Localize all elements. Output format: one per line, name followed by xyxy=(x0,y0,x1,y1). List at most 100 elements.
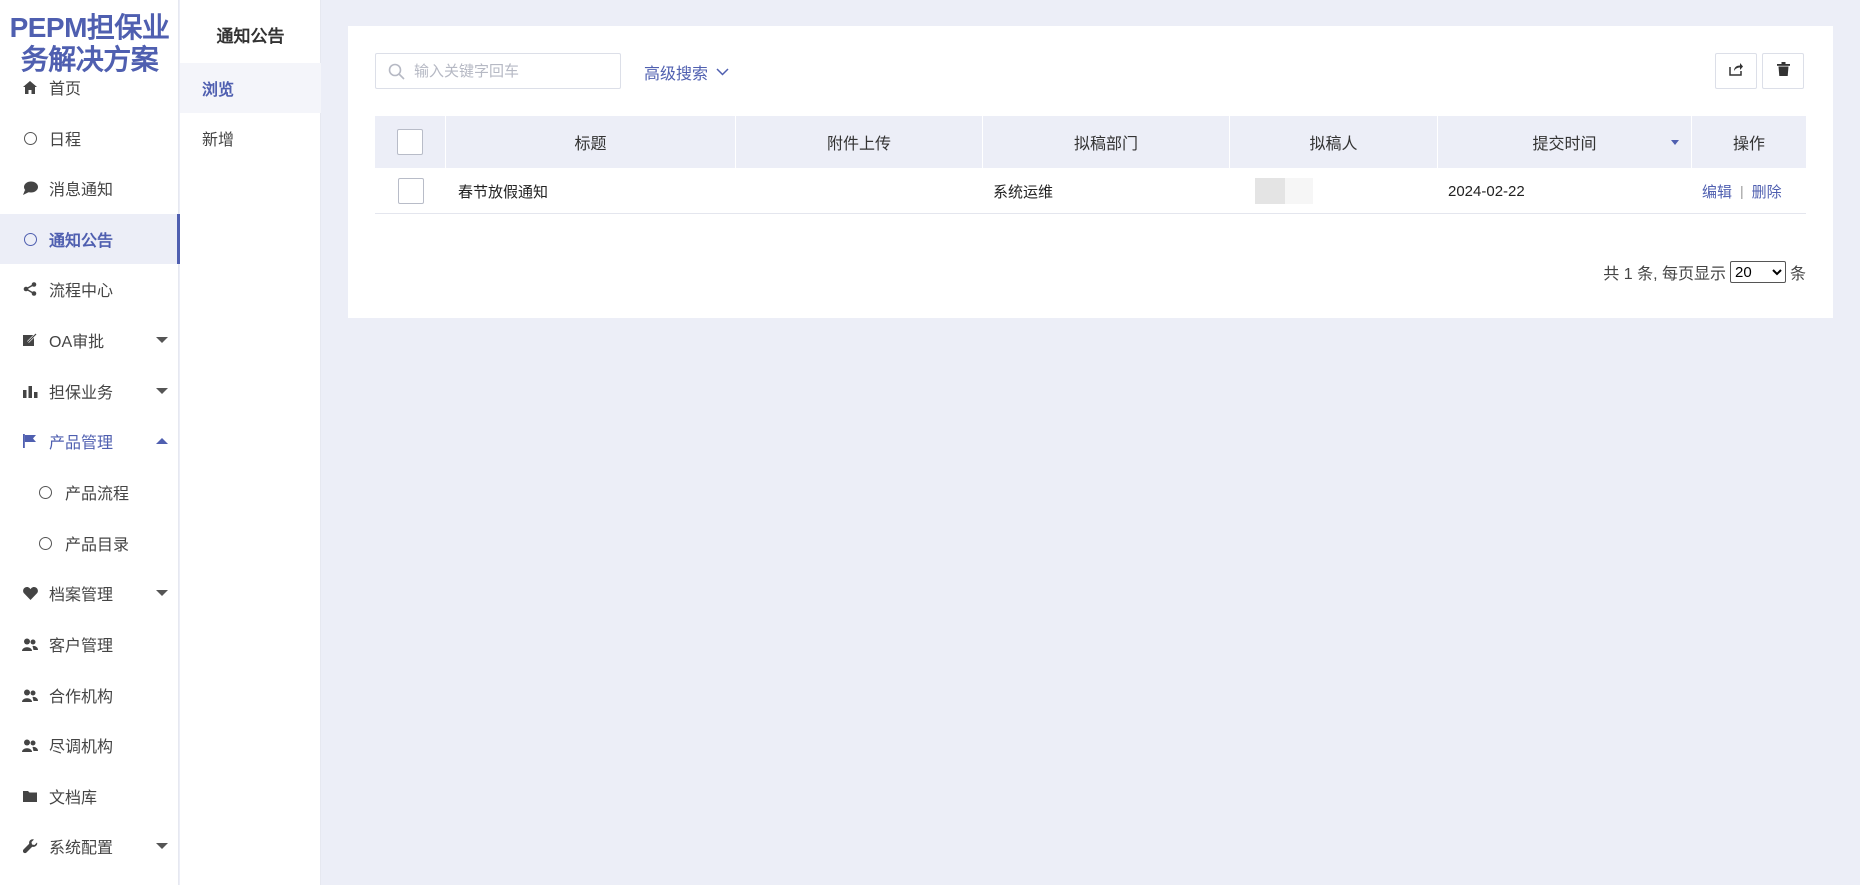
sidebar-item-label: 产品流程 xyxy=(65,486,130,503)
app-root: PEPM担保业 务解决方案 首页 日程 消息通知 通知公告 流程中心 OA审批 … xyxy=(0,0,1860,885)
sidebar-item-system-config[interactable]: 系统配置 xyxy=(0,821,179,871)
select-all-cell xyxy=(375,116,446,168)
logo-line-2: 务解决方案 xyxy=(20,44,159,75)
circle-icon xyxy=(22,231,38,247)
announcement-table: 标题 附件上传 拟稿部门 拟稿人 提交时间 操作 春节放假通知 系统运维 202… xyxy=(375,116,1806,214)
circle-icon xyxy=(37,535,53,551)
cell-drafter xyxy=(1255,168,1313,214)
sort-desc-icon xyxy=(1671,140,1679,145)
column-header-actions: 操作 xyxy=(1732,136,1765,153)
sidebar-item-archives[interactable]: 档案管理 xyxy=(0,568,179,618)
chevron-down-icon xyxy=(716,63,729,81)
sidebar-item-label: 流程中心 xyxy=(49,283,114,300)
delete-button[interactable] xyxy=(1762,53,1804,89)
sidebar-item-label: 客户管理 xyxy=(49,638,114,655)
share-icon xyxy=(22,281,38,297)
main-sidebar: PEPM担保业 务解决方案 首页 日程 消息通知 通知公告 流程中心 OA审批 … xyxy=(0,0,180,885)
export-icon xyxy=(1729,62,1743,81)
column-header-submit-time[interactable]: 提交时间 xyxy=(1438,116,1692,168)
sidebar-item-label: 日程 xyxy=(49,132,82,149)
sidebar-item-oa-approval[interactable]: OA审批 xyxy=(0,315,179,365)
sidebar-item-label: OA审批 xyxy=(49,334,105,351)
sidebar-item-label: 档案管理 xyxy=(49,587,114,604)
sidebar-item-schedule[interactable]: 日程 xyxy=(0,113,179,163)
column-header-title[interactable]: 标题 xyxy=(446,116,736,168)
row-checkbox[interactable] xyxy=(398,178,424,204)
avatar-placeholder xyxy=(1285,178,1313,204)
search-box xyxy=(375,53,621,89)
app-logo: PEPM担保业 务解决方案 xyxy=(0,12,179,76)
sidebar-item-partners[interactable]: 合作机构 xyxy=(0,670,179,720)
subnav-item-add[interactable]: 新增 xyxy=(180,113,321,163)
edit-link[interactable]: 编辑 xyxy=(1702,181,1732,202)
chat-bubble-icon xyxy=(22,180,38,196)
circle-icon xyxy=(22,130,38,146)
sidebar-item-label: 通知公告 xyxy=(49,233,114,250)
sidebar-item-product-management[interactable]: 产品管理 xyxy=(0,416,179,466)
cell-submit-time: 2024-02-22 xyxy=(1448,182,1525,200)
announcement-list-card: 高级搜索 标题 附件上传 拟稿部门 拟稿人 xyxy=(348,26,1833,318)
sidebar-item-label: 首页 xyxy=(49,81,82,98)
search-input[interactable] xyxy=(414,54,614,88)
bar-chart-icon xyxy=(22,383,38,399)
users-icon xyxy=(22,737,38,753)
chevron-down-icon xyxy=(156,590,168,596)
sidebar-item-label: 文档库 xyxy=(49,790,98,807)
column-header-drafter[interactable]: 拟稿人 xyxy=(1230,116,1438,168)
sidebar-item-label: 产品管理 xyxy=(49,435,114,452)
sidebar-item-due-diligence[interactable]: 尽调机构 xyxy=(0,720,179,770)
avatar xyxy=(1255,178,1285,204)
pagination-total: 共 1 条, 每页显示 xyxy=(1603,266,1726,283)
subnav-title: 通知公告 xyxy=(216,27,285,46)
cell-department: 系统运维 xyxy=(993,183,1054,201)
table-row: 春节放假通知 系统运维 2024-02-22 编辑 | 删除 xyxy=(375,168,1806,214)
folder-icon xyxy=(22,788,38,804)
sidebar-item-product-catalog[interactable]: 产品目录 xyxy=(0,518,179,568)
export-button[interactable] xyxy=(1715,53,1757,89)
select-all-checkbox[interactable] xyxy=(397,129,423,155)
search-icon xyxy=(388,63,405,85)
column-header-attachment[interactable]: 附件上传 xyxy=(736,116,983,168)
sidebar-item-customers[interactable]: 客户管理 xyxy=(0,619,179,669)
column-header-department[interactable]: 拟稿部门 xyxy=(983,116,1230,168)
sidebar-item-guarantee[interactable]: 担保业务 xyxy=(0,366,179,416)
page-size-select[interactable]: 102050100 xyxy=(1729,261,1786,283)
sidebar-item-label: 合作机构 xyxy=(49,689,114,706)
sidebar-item-label: 尽调机构 xyxy=(49,739,114,756)
table-header: 标题 附件上传 拟稿部门 拟稿人 提交时间 操作 xyxy=(375,116,1806,168)
sidebar-item-workflow[interactable]: 流程中心 xyxy=(0,264,179,314)
advanced-search-label: 高级搜索 xyxy=(644,66,709,83)
circle-icon xyxy=(37,484,53,500)
sidebar-item-messages[interactable]: 消息通知 xyxy=(0,163,179,213)
flag-icon xyxy=(22,433,38,449)
users-icon xyxy=(22,687,38,703)
trash-icon xyxy=(1776,61,1790,81)
pagination-suffix: 条 xyxy=(1789,266,1806,283)
sidebar-item-product-process[interactable]: 产品流程 xyxy=(0,467,179,517)
pagination: 共 1 条, 每页显示 102050100 条 xyxy=(1603,260,1806,284)
home-icon xyxy=(22,79,38,95)
sidebar-item-announcements[interactable]: 通知公告 xyxy=(0,214,180,264)
cell-title[interactable]: 春节放假通知 xyxy=(458,168,548,214)
sidebar-item-label: 产品目录 xyxy=(65,537,130,554)
wrench-icon xyxy=(22,838,38,854)
cell-actions: 编辑 | 删除 xyxy=(1702,168,1782,214)
column-header-label: 提交时间 xyxy=(1532,136,1597,153)
sidebar-item-label: 担保业务 xyxy=(49,385,114,402)
chevron-down-icon xyxy=(156,388,168,394)
edit-icon xyxy=(22,332,38,348)
row-select-cell xyxy=(398,168,424,214)
sub-navigation: 通知公告 浏览 新增 xyxy=(180,0,321,885)
sidebar-item-label: 系统配置 xyxy=(49,840,114,857)
delete-link[interactable]: 删除 xyxy=(1752,181,1782,202)
advanced-search-toggle[interactable]: 高级搜索 xyxy=(644,60,729,84)
users-icon xyxy=(22,636,38,652)
logo-line-1: PEPM担保业 xyxy=(9,12,170,43)
sidebar-item-label: 消息通知 xyxy=(49,182,114,199)
subnav-item-browse[interactable]: 浏览 xyxy=(180,63,321,113)
sidebar-item-documents[interactable]: 文档库 xyxy=(0,771,179,821)
heart-icon xyxy=(22,585,38,601)
chevron-down-icon xyxy=(156,337,168,343)
action-separator: | xyxy=(1740,183,1744,199)
chevron-up-icon xyxy=(156,438,168,444)
